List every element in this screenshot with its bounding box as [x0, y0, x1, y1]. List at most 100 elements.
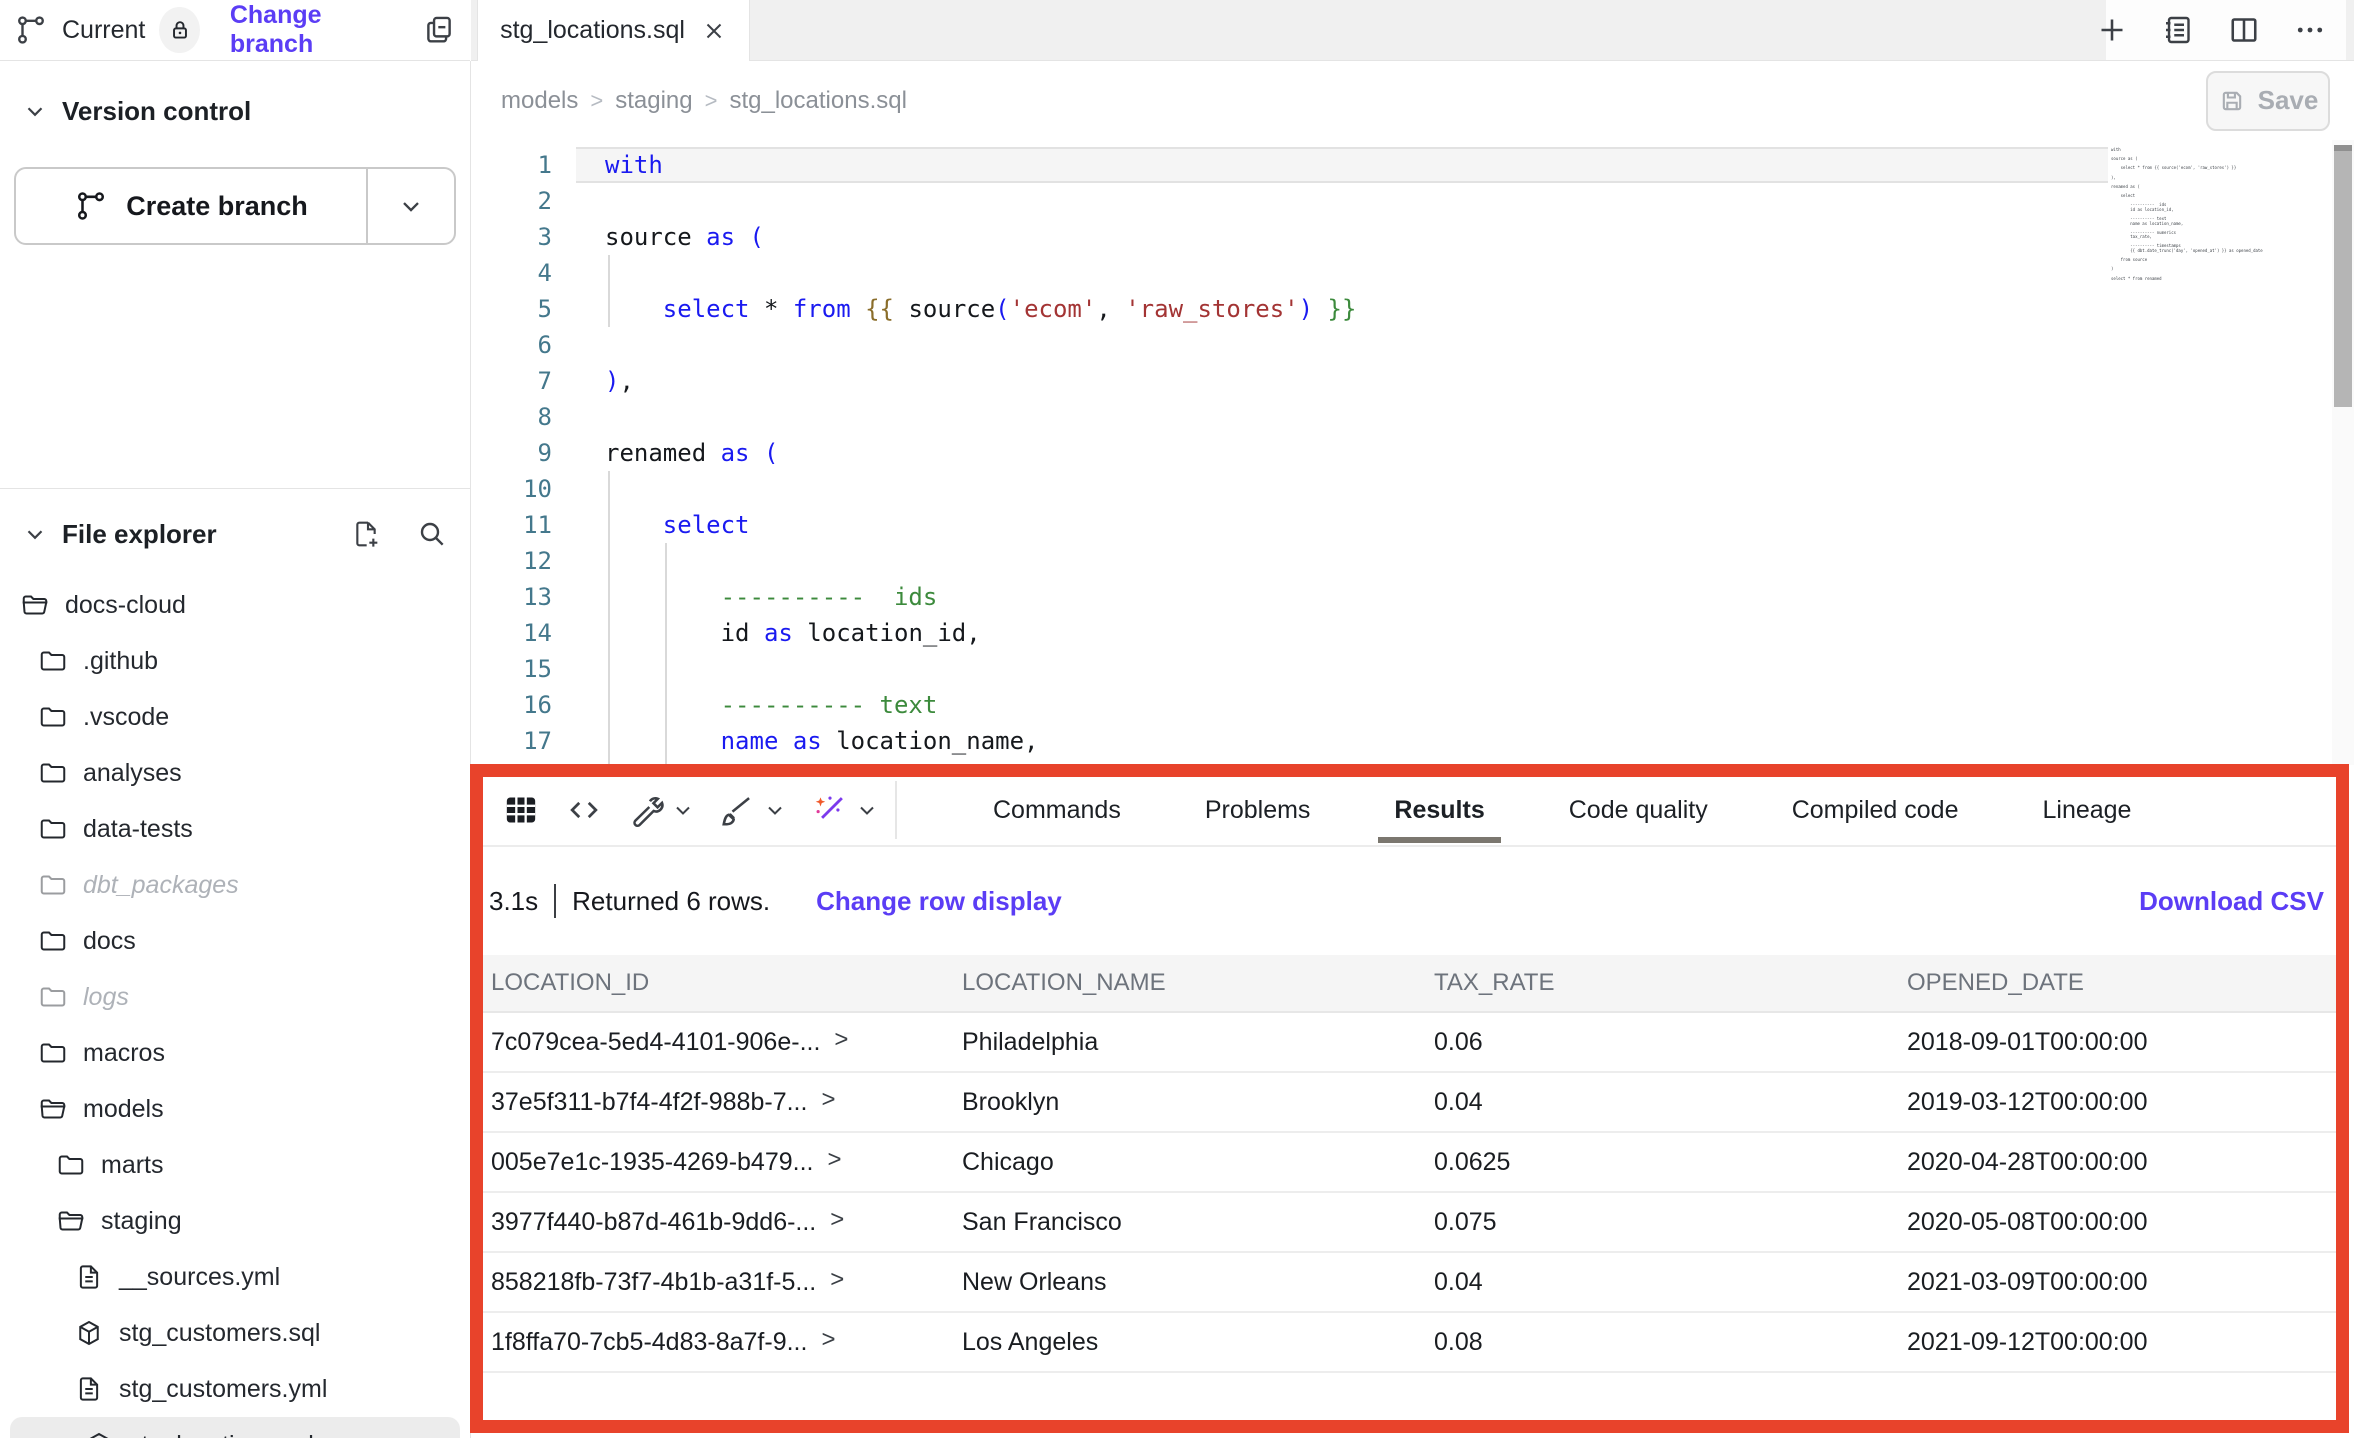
tree-item-macros[interactable]: macros [0, 1025, 470, 1081]
scrollbar-thumb[interactable] [2334, 145, 2352, 407]
folder-icon [38, 702, 68, 732]
code-line-15[interactable]: 15 [471, 651, 2354, 687]
code-line-4[interactable]: 4 [471, 255, 2354, 291]
create-branch-main[interactable]: Create branch [16, 169, 368, 243]
file-explorer-section: File explorer docs-cloud.github.vscodean… [0, 489, 470, 1438]
code-line-13[interactable]: 13 ---------- ids [471, 579, 2354, 615]
folder-icon [38, 646, 68, 676]
table-row: 7c079cea-5ed4-4101-906e-...>Philadelphia… [483, 1013, 2336, 1073]
panel-tab-commands[interactable]: Commands [993, 777, 1121, 843]
new-file-icon[interactable] [350, 518, 382, 550]
code-line-2[interactable]: 2 [471, 183, 2354, 219]
copy-icon[interactable] [422, 13, 456, 47]
split-editor-icon[interactable] [2226, 12, 2262, 48]
format-brush-icon[interactable] [713, 785, 793, 835]
create-branch-dropdown[interactable] [368, 169, 454, 243]
tree-item-label: stg_locations.sql [129, 1431, 314, 1438]
code-line-1[interactable]: 1with [471, 147, 2354, 183]
code-line-3[interactable]: 3source as ( [471, 219, 2354, 255]
breadcrumb-part[interactable]: staging [615, 87, 692, 115]
folder-icon [38, 758, 68, 788]
download-csv-link[interactable]: Download CSV [2139, 886, 2324, 917]
editor-scrollbar[interactable] [2332, 140, 2354, 765]
tree-item--github[interactable]: .github [0, 633, 470, 689]
code-line-6[interactable]: 6 [471, 327, 2354, 363]
tree-item-dbt-packages[interactable]: dbt_packages [0, 857, 470, 913]
tree-item-data-tests[interactable]: data-tests [0, 801, 470, 857]
expand-cell-chevron-icon[interactable]: > [821, 1326, 835, 1354]
tree-item--vscode[interactable]: .vscode [0, 689, 470, 745]
code-line-12[interactable]: 12 [471, 543, 2354, 579]
code-line-5[interactable]: 5 select * from {{ source('ecom', 'raw_s… [471, 291, 2354, 327]
tree-item-docs-cloud[interactable]: docs-cloud [0, 577, 470, 633]
expand-cell-chevron-icon[interactable]: > [830, 1266, 844, 1294]
tree-item-label: stg_customers.sql [119, 1319, 320, 1348]
tree-item-analyses[interactable]: analyses [0, 745, 470, 801]
breadcrumb-part[interactable]: models [501, 87, 578, 115]
folder-open-icon [20, 590, 50, 620]
tree-item-label: .github [83, 647, 158, 676]
branch-area: Current Change branch [14, 1, 456, 59]
code-editor[interactable]: 1with23source as (45 select * from {{ so… [471, 140, 2354, 765]
tree-item-stg-customers-sql[interactable]: stg_customers.sql [0, 1305, 470, 1361]
expand-cell-chevron-icon[interactable]: > [834, 1026, 848, 1054]
tree-item-stg-locations-sql[interactable]: stg_locations.sql [10, 1417, 460, 1438]
notebook-icon[interactable] [2160, 12, 2196, 48]
table-row: 1f8ffa70-7cb5-4d83-8a7f-9...>Los Angeles… [483, 1313, 2336, 1373]
tree-item-logs[interactable]: logs [0, 969, 470, 1025]
line-number: 10 [471, 471, 552, 507]
change-branch-link[interactable]: Change branch [230, 1, 390, 59]
tree-item-models[interactable]: models [0, 1081, 470, 1137]
code-line-7[interactable]: 7), [471, 363, 2354, 399]
chevron-down-icon [671, 798, 695, 822]
code-line-8[interactable]: 8 [471, 399, 2354, 435]
panel-tab-results[interactable]: Results [1394, 777, 1484, 843]
ai-fix-wand-icon[interactable] [805, 785, 885, 835]
folder-icon [38, 1038, 68, 1068]
build-wrench-icon[interactable] [621, 785, 701, 835]
tree-item-docs[interactable]: docs [0, 913, 470, 969]
code-line-10[interactable]: 10 [471, 471, 2354, 507]
code-icon[interactable] [559, 785, 609, 835]
tree-item-label: staging [101, 1207, 182, 1236]
save-button[interactable]: Save [2206, 71, 2330, 131]
line-number: 7 [471, 363, 552, 399]
folder-icon [38, 926, 68, 956]
table-cell: 37e5f311-b7f4-4f2f-988b-7...> [483, 1088, 954, 1117]
search-icon[interactable] [416, 518, 448, 550]
breadcrumb-separator: > [590, 88, 603, 114]
preview-table-icon[interactable] [495, 784, 547, 836]
panel-tab-compiled-code[interactable]: Compiled code [1792, 777, 1959, 843]
tree-item-label: models [83, 1095, 164, 1124]
code-line-9[interactable]: 9renamed as ( [471, 435, 2354, 471]
code-line-17[interactable]: 17 name as location_name, [471, 723, 2354, 759]
code-line-14[interactable]: 14 id as location_id, [471, 615, 2354, 651]
line-number: 5 [471, 291, 552, 327]
top-bar: Current Change branch [0, 0, 470, 61]
panel-tab-code-quality[interactable]: Code quality [1569, 777, 1708, 843]
tree-item-marts[interactable]: marts [0, 1137, 470, 1193]
code-line-11[interactable]: 11 select [471, 507, 2354, 543]
folder-open-icon [56, 1206, 86, 1236]
expand-cell-chevron-icon[interactable]: > [821, 1086, 835, 1114]
expand-cell-chevron-icon[interactable]: > [830, 1206, 844, 1234]
tree-item--sources-yml[interactable]: __sources.yml [0, 1249, 470, 1305]
change-row-display-link[interactable]: Change row display [816, 886, 1062, 917]
code-line-16[interactable]: 16 ---------- text [471, 687, 2354, 723]
chevron-down-icon[interactable] [22, 98, 48, 124]
close-tab-icon[interactable] [701, 18, 727, 44]
tree-item-stg-customers-yml[interactable]: stg_customers.yml [0, 1361, 470, 1417]
panel-tab-lineage[interactable]: Lineage [2042, 777, 2131, 843]
results-panel: Commands Problems Results Code quality Compi… [470, 764, 2349, 1433]
more-options-icon[interactable] [2292, 12, 2328, 48]
tree-item-staging[interactable]: staging [0, 1193, 470, 1249]
chevron-down-icon[interactable] [22, 521, 48, 547]
line-number: 2 [471, 183, 552, 219]
expand-cell-chevron-icon[interactable]: > [828, 1146, 842, 1174]
tab-stg-locations-sql[interactable]: stg_locations.sql [477, 0, 750, 61]
new-tab-icon[interactable] [2094, 12, 2130, 48]
editor-minimap[interactable]: with source as ( select * from {{ source… [2111, 148, 2331, 281]
create-branch-label: Create branch [126, 191, 308, 222]
panel-tab-problems[interactable]: Problems [1205, 777, 1311, 843]
line-number: 17 [471, 723, 552, 759]
